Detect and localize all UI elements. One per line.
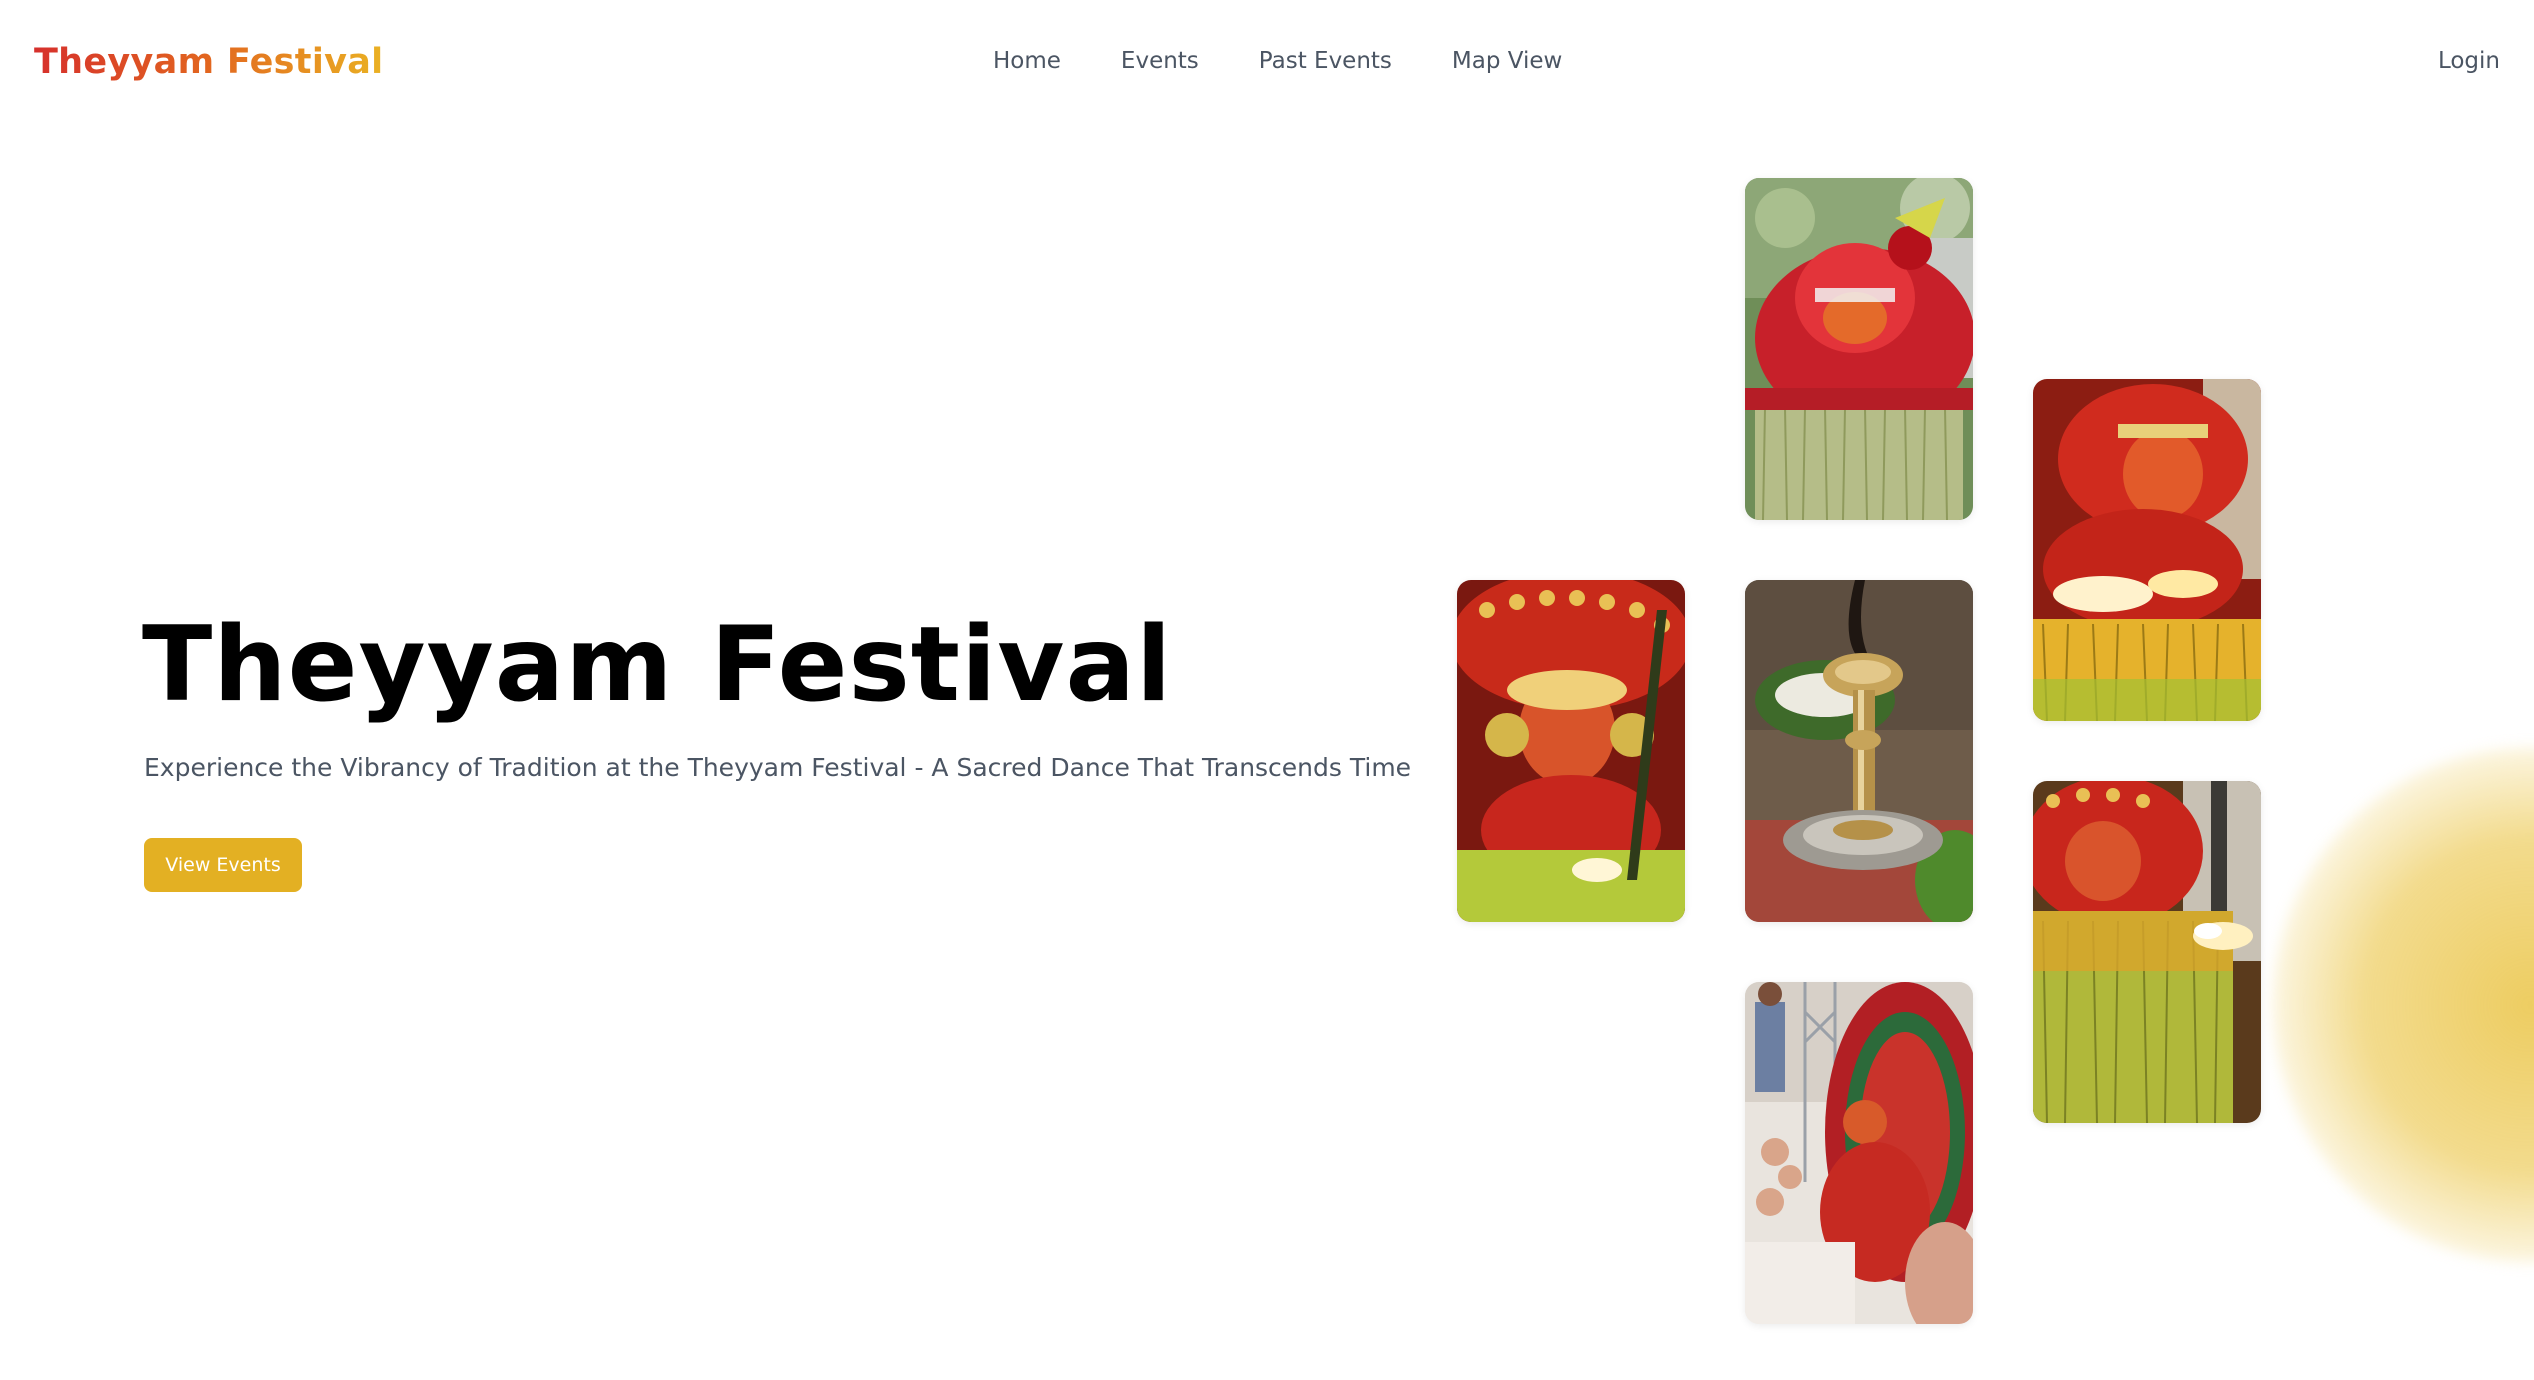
festival-photo-3	[1457, 580, 1685, 922]
festival-photo-1	[1745, 178, 1973, 520]
site-header: Theyyam Festival Home Events Past Events…	[0, 0, 2534, 120]
festival-photo-6	[1745, 982, 1973, 1324]
hero-title: Theyyam Festival	[142, 605, 1173, 725]
main-nav: Home Events Past Events Map View	[993, 44, 1562, 78]
login-link[interactable]: Login	[2438, 44, 2500, 78]
nav-link-map-view[interactable]: Map View	[1452, 44, 1562, 78]
nav-link-events[interactable]: Events	[1121, 44, 1199, 78]
hero-subtitle: Experience the Vibrancy of Tradition at …	[144, 753, 1412, 782]
festival-photo-5	[2033, 781, 2261, 1123]
decorative-blob	[2270, 745, 2534, 1265]
brand-logo[interactable]: Theyyam Festival	[34, 38, 383, 86]
view-events-button[interactable]: View Events	[144, 838, 302, 892]
nav-link-past-events[interactable]: Past Events	[1259, 44, 1392, 78]
nav-link-home[interactable]: Home	[993, 44, 1061, 78]
festival-photo-4	[1745, 580, 1973, 922]
festival-photo-2	[2033, 379, 2261, 721]
landing-page: Theyyam Festival Home Events Past Events…	[0, 0, 2534, 1380]
